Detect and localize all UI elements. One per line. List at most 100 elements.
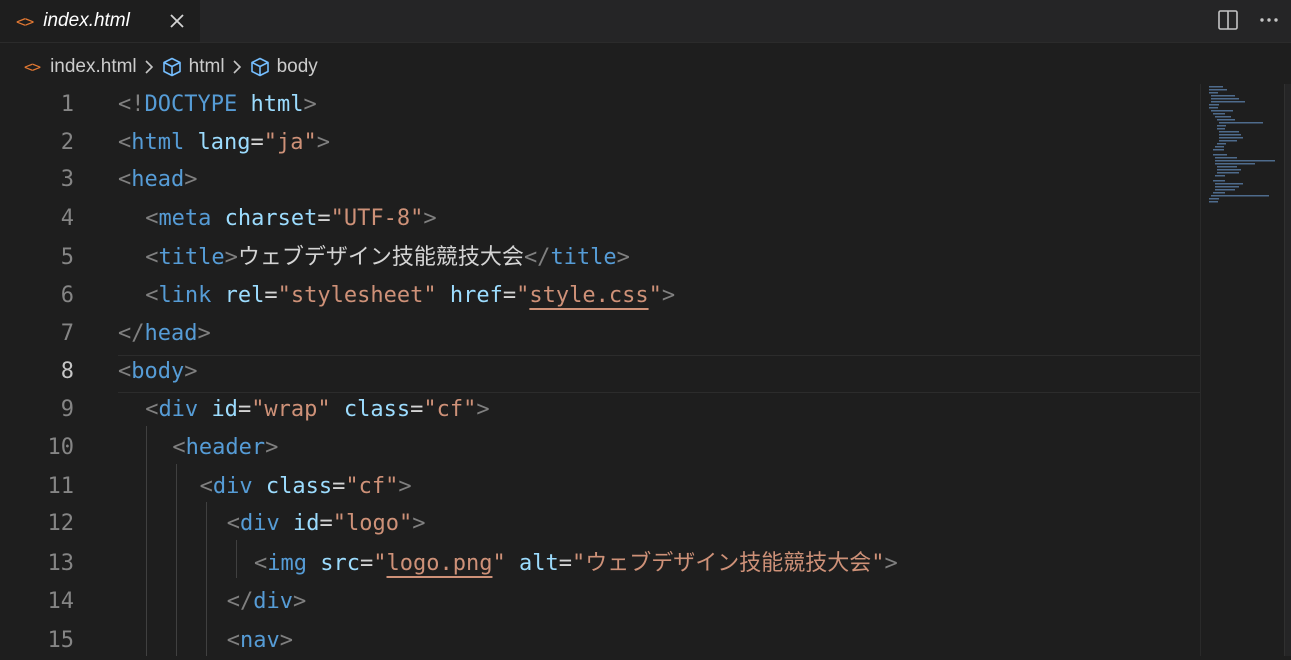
chevron-right-icon xyxy=(233,60,241,74)
breadcrumb-item-html[interactable]: html xyxy=(161,56,225,78)
line-number: 4 xyxy=(60,206,74,231)
close-icon[interactable] xyxy=(166,10,188,32)
breadcrumb-item-label: html xyxy=(188,56,225,77)
code-token: > xyxy=(197,321,211,346)
code-line[interactable]: 13 <img src="logo.png" alt="ウェブデザイン技能競技大会… xyxy=(0,545,1200,583)
code-token: "logo" xyxy=(332,511,413,536)
code-token: ウェブデザイン技能競技大会 xyxy=(237,245,524,270)
code-line[interactable]: 6 <link rel="stylesheet" href="style.css"… xyxy=(0,277,1200,315)
line-number: 12 xyxy=(47,511,75,536)
split-editor-icon[interactable] xyxy=(1216,8,1240,32)
code-line[interactable]: 11 <div class="cf"> xyxy=(0,468,1200,506)
line-number: 8 xyxy=(60,359,74,384)
code-line[interactable]: 15 <nav> xyxy=(0,622,1200,660)
code-token: </ xyxy=(523,245,551,270)
symbol-element-icon xyxy=(250,57,269,77)
more-actions-icon[interactable] xyxy=(1257,8,1281,32)
code-line[interactable]: 2 <html lang="ja"> xyxy=(0,124,1200,162)
minimap-preview xyxy=(1209,86,1275,203)
code-text: <link rel="stylesheet" href="style.css"> xyxy=(145,277,675,315)
code-token: = xyxy=(319,511,333,536)
minimap[interactable] xyxy=(1200,84,1285,656)
code-token: " xyxy=(648,283,662,308)
code-line[interactable]: 7 </head> xyxy=(0,315,1200,353)
code-line[interactable]: 4 <meta charset="UTF-8"> xyxy=(0,200,1200,238)
code-token: link xyxy=(158,283,212,308)
code-token: div xyxy=(240,511,280,536)
code-token: href xyxy=(449,283,503,308)
code-token: " xyxy=(373,551,387,576)
code-token: > xyxy=(265,435,279,460)
code-line[interactable]: 8 <body> xyxy=(0,353,1200,393)
breadcrumb-item-body[interactable]: body xyxy=(249,56,318,78)
code-token: class xyxy=(265,474,333,499)
code-token: html xyxy=(131,130,185,155)
code-line[interactable]: 12 <div id="logo"> xyxy=(0,505,1200,543)
code-line[interactable]: 10 <header> xyxy=(0,429,1200,467)
breadcrumb-file-label: index.html xyxy=(50,56,137,77)
code-token: id xyxy=(293,511,320,536)
code-line[interactable]: 9 <div id="wrap" class="cf"> xyxy=(0,391,1200,429)
code-token: img xyxy=(267,551,307,576)
code-line[interactable]: 14 </div> xyxy=(0,583,1200,621)
code-token: alt xyxy=(518,551,559,576)
html-file-icon: <> xyxy=(16,11,34,31)
line-number: 10 xyxy=(47,435,75,460)
code-token: <! xyxy=(118,92,145,117)
code-token: head xyxy=(131,167,185,192)
code-token: > xyxy=(412,511,426,536)
code-token: < xyxy=(226,511,241,536)
code-line[interactable]: 5 <title>ウェブデザイン技能競技大会</title> xyxy=(0,239,1200,277)
code-token: < xyxy=(118,359,132,384)
code-token: charset xyxy=(224,206,318,231)
symbol-element-icon xyxy=(162,57,181,77)
code-line[interactable]: 1 <!DOCTYPE html> xyxy=(0,86,1200,124)
code-token: "wrap" xyxy=(251,397,331,422)
link-token[interactable]: style.css xyxy=(529,283,648,308)
code-token: " xyxy=(516,283,530,308)
link-token[interactable]: logo.png xyxy=(387,551,493,576)
code-token: < xyxy=(118,130,132,155)
line-number: 11 xyxy=(47,474,75,499)
code-editor[interactable]: 1 <!DOCTYPE html> 2 <html lang="ja"> 3 <head>… xyxy=(0,84,1200,656)
code-token: src xyxy=(320,551,360,576)
code-token: div xyxy=(212,474,253,499)
code-token: < xyxy=(145,397,159,422)
breadcrumb-file[interactable]: <> index.html xyxy=(24,56,137,78)
code-text: <meta charset="UTF-8"> xyxy=(145,200,436,238)
code-token: = xyxy=(317,206,331,231)
code-token: "stylesheet" xyxy=(277,283,437,308)
code-line[interactable]: 3 <head> xyxy=(0,161,1200,199)
tab-label: index.html xyxy=(43,10,130,31)
chevron-right-icon xyxy=(145,60,153,74)
tab-index-html[interactable]: <> index.html xyxy=(0,0,200,42)
line-number: 3 xyxy=(60,167,74,192)
code-token: DOCTYPE xyxy=(144,92,238,117)
line-number: 15 xyxy=(47,628,75,653)
code-token: > xyxy=(184,359,198,384)
code-token: " xyxy=(492,551,506,576)
code-token: </ xyxy=(226,589,254,614)
code-text: <div class="cf"> xyxy=(200,468,412,506)
line-number: 13 xyxy=(47,551,75,576)
code-token: < xyxy=(226,628,241,653)
code-token: title xyxy=(158,245,225,270)
code-text: <nav> xyxy=(227,622,293,660)
code-token: < xyxy=(145,283,159,308)
code-text: <img src="logo.png" alt="ウェブデザイン技能競技大会"> xyxy=(254,545,898,583)
vertical-scrollbar[interactable] xyxy=(1284,84,1291,656)
code-token: body xyxy=(131,359,185,384)
code-token: title xyxy=(550,245,617,270)
code-token: "cf" xyxy=(423,397,477,422)
code-text: <html lang="ja"> xyxy=(118,124,330,162)
line-number: 7 xyxy=(60,321,74,346)
code-token: "ウェブデザイン技能競技大会" xyxy=(571,551,885,576)
